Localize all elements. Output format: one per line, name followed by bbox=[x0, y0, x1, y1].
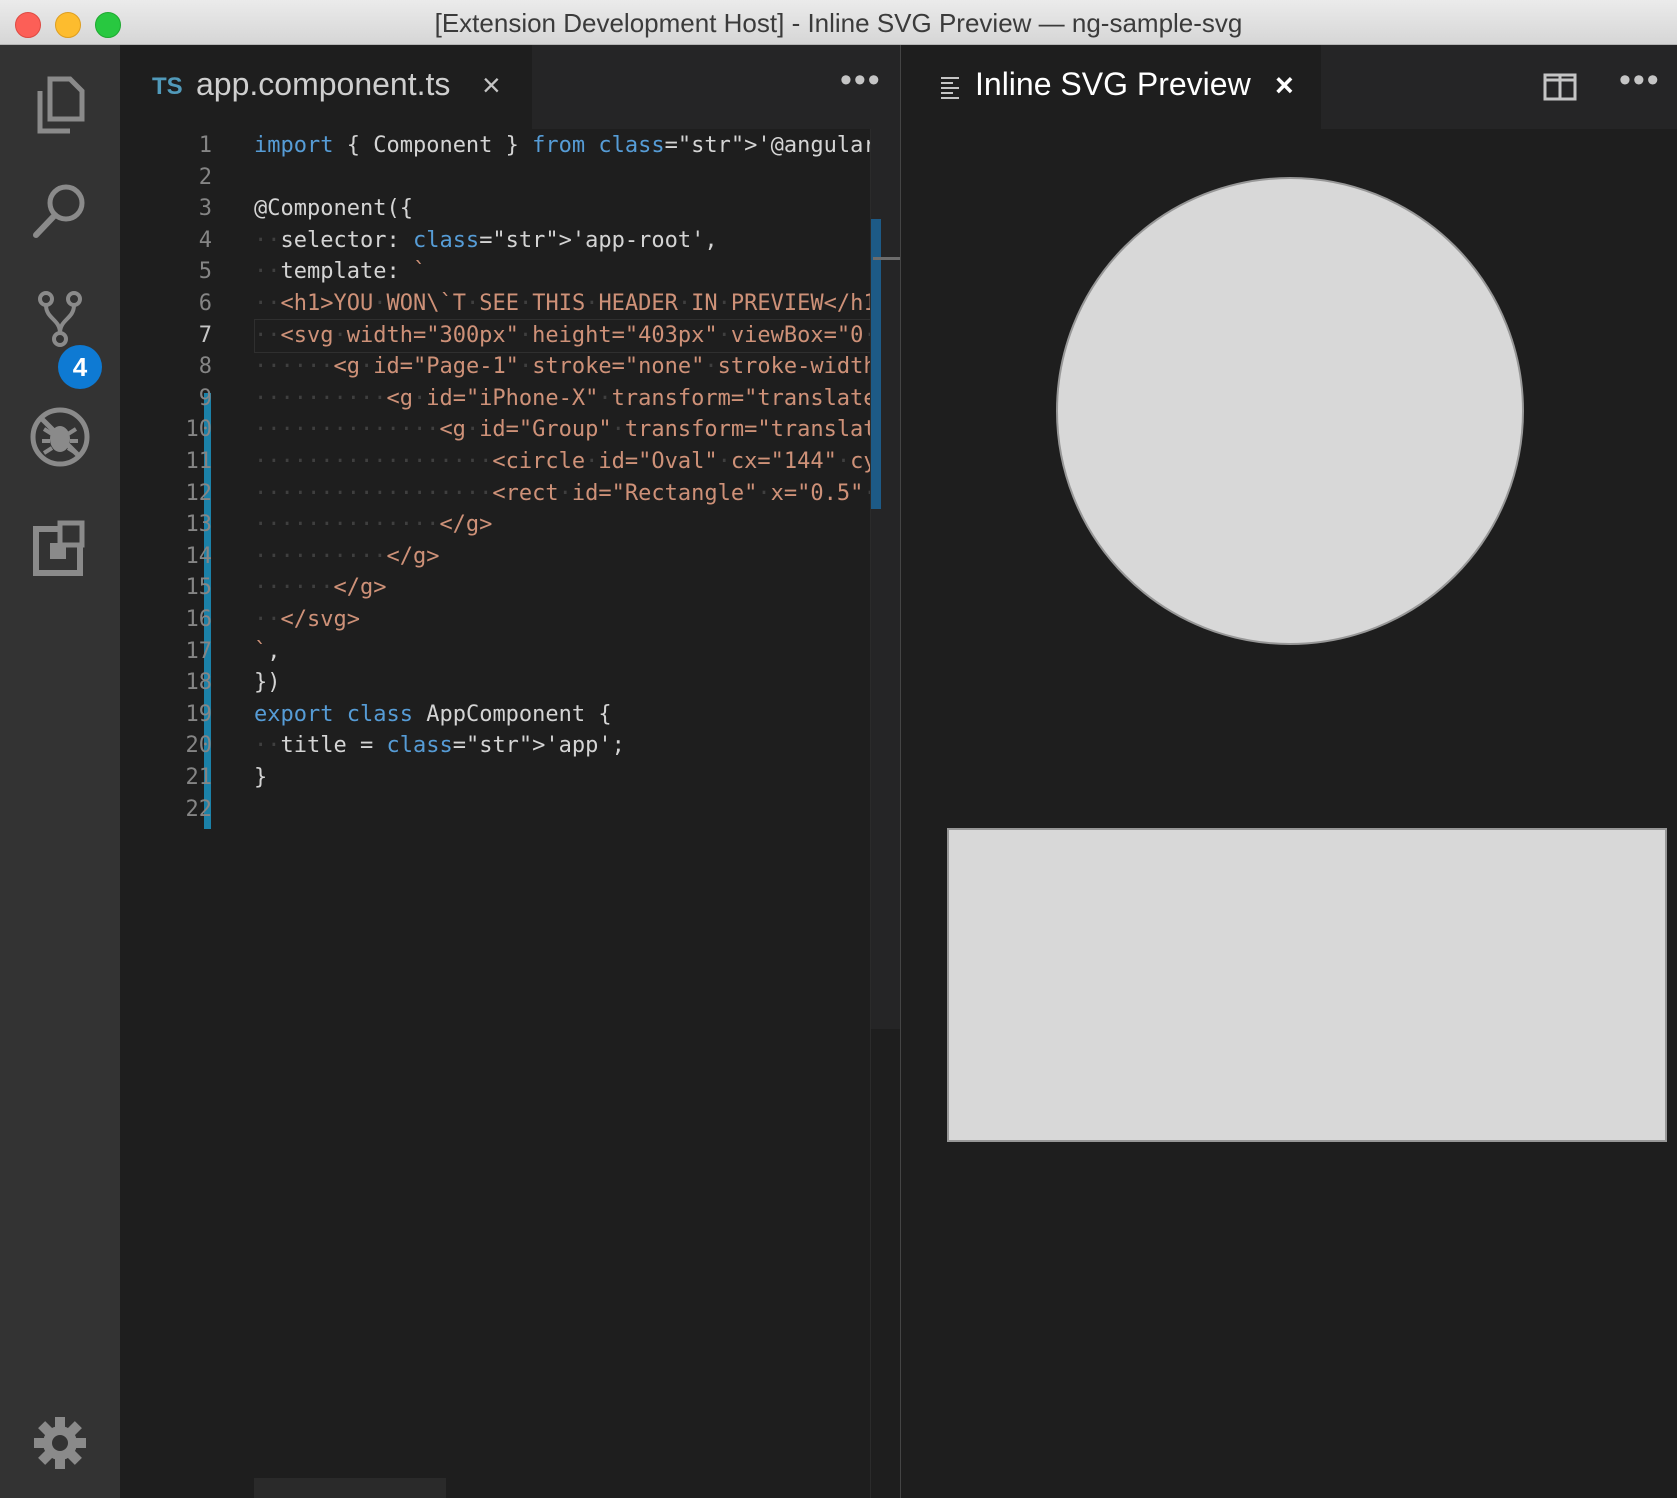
line-text: ··············</g> bbox=[254, 512, 493, 538]
svg-rectangle bbox=[947, 828, 1667, 1142]
line-number: 14 bbox=[185, 543, 213, 569]
line-text: @Component({ bbox=[254, 196, 413, 222]
code-line[interactable]: 10 ··············<g·id="Group"·transform=… bbox=[120, 413, 871, 447]
overview-ruler[interactable] bbox=[870, 129, 901, 1498]
code-line[interactable]: 13 ··············</g> bbox=[120, 508, 870, 542]
code-line[interactable]: 15 ······</g> bbox=[120, 571, 870, 605]
line-number: 7 bbox=[198, 322, 212, 348]
line-text: ··template: ` bbox=[254, 259, 427, 285]
vscode-window: [Extension Development Host] - Inline SV… bbox=[0, 0, 1677, 1498]
editor-tab-bar: TS app.component.ts × ••• bbox=[120, 45, 900, 129]
preview-tab-bar: Inline SVG Preview × ••• bbox=[901, 45, 1677, 129]
code-line[interactable]: 4 ··selector: class="str">'app-root', bbox=[120, 224, 870, 258]
code-line[interactable]: 17 `, bbox=[120, 635, 870, 669]
preview-group: Inline SVG Preview × ••• bbox=[900, 45, 1677, 1498]
explorer-icon[interactable] bbox=[22, 67, 98, 143]
tab-label: Inline SVG Preview bbox=[975, 66, 1251, 102]
line-text: ······</g> bbox=[254, 575, 387, 601]
line-text: ··</svg> bbox=[254, 607, 360, 632]
tab-inline-svg-preview[interactable]: Inline SVG Preview × bbox=[901, 45, 1321, 129]
search-icon[interactable] bbox=[22, 173, 98, 249]
line-number: 22 bbox=[185, 796, 213, 822]
line-text: ··<h1>YOU·WON\`T·SEE·THIS·HEADER·IN·PREV… bbox=[254, 291, 870, 316]
code-line[interactable]: 8 ······<g·id="Page-1"·stroke="none"·stro… bbox=[120, 350, 870, 384]
svg-oval bbox=[1056, 177, 1524, 645]
line-text: ··················<circle·id="Oval"·cx="… bbox=[254, 449, 870, 474]
split-editor-icon[interactable] bbox=[1543, 73, 1577, 101]
tab-label: app.component.ts bbox=[196, 66, 451, 102]
line-number: 4 bbox=[198, 227, 212, 253]
line-text: } bbox=[254, 765, 268, 790]
code-line[interactable]: 9 ··········<g·id="iPhone-X"·transform="t… bbox=[120, 382, 870, 416]
code-line[interactable]: 7 ··<svg·width="300px"·height="403px"·vie… bbox=[120, 318, 870, 353]
activity-bar: 4 bbox=[0, 45, 120, 1498]
line-number: 12 bbox=[185, 480, 213, 506]
line-number: 21 bbox=[185, 765, 213, 790]
horizontal-scrollbar[interactable] bbox=[254, 1478, 446, 1498]
line-number: 9 bbox=[198, 385, 212, 411]
line-number: 11 bbox=[185, 449, 213, 474]
line-number: 8 bbox=[198, 354, 212, 380]
tab-app-component-ts[interactable]: TS app.component.ts × bbox=[120, 45, 532, 129]
code-line[interactable]: 5 ··template: ` bbox=[120, 255, 870, 289]
code-line[interactable]: 20 ··title = class="str">'app'; bbox=[120, 729, 870, 763]
code-line[interactable]: 16 ··</svg> bbox=[120, 603, 870, 637]
line-text: import { Component } from class="str">'@… bbox=[254, 133, 870, 158]
line-text: ··················<rect·id="Rectangle"·x… bbox=[254, 480, 870, 506]
scrollbar-thumb[interactable] bbox=[871, 219, 881, 509]
line-number: 3 bbox=[198, 196, 212, 222]
line-number: 2 bbox=[198, 164, 212, 190]
line-number: 18 bbox=[185, 670, 213, 696]
code-line[interactable]: 12 ··················<rect·id="Rectangle"… bbox=[120, 477, 871, 511]
line-number: 19 bbox=[185, 701, 213, 727]
line-text: ··········<g·id="iPhone-X"·transform="tr… bbox=[254, 385, 870, 411]
line-number: 17 bbox=[185, 638, 213, 664]
debug-icon[interactable] bbox=[22, 399, 98, 475]
line-number: 10 bbox=[185, 417, 213, 443]
editor-group: TS app.component.ts × ••• 1 import { Comp… bbox=[120, 45, 901, 1498]
close-icon[interactable]: × bbox=[482, 67, 501, 104]
line-text: ··········</g> bbox=[254, 543, 440, 569]
code-line[interactable]: 6 ··<h1>YOU·WON\`T·SEE·THIS·HEADER·IN·PRE… bbox=[120, 287, 870, 321]
line-number: 20 bbox=[185, 733, 213, 759]
code-editor[interactable]: 1 import { Component } from class="str">'… bbox=[120, 129, 870, 1498]
svg-preview-canvas bbox=[901, 129, 1677, 1498]
preview-icon bbox=[941, 77, 959, 99]
line-text: ······<g·id="Page-1"·stroke="none"·strok… bbox=[254, 354, 870, 380]
extensions-icon[interactable] bbox=[22, 511, 98, 587]
line-text: export class AppComponent { bbox=[254, 701, 612, 727]
more-actions-icon[interactable]: ••• bbox=[1619, 61, 1661, 100]
window-title: [Extension Development Host] - Inline SV… bbox=[434, 8, 1243, 38]
title-bar: [Extension Development Host] - Inline SV… bbox=[0, 0, 1677, 45]
code-line[interactable]: 19 export class AppComponent { bbox=[120, 698, 870, 732]
gear-icon[interactable] bbox=[22, 1405, 98, 1481]
code-line[interactable]: 14 ··········</g> bbox=[120, 540, 870, 574]
code-line[interactable]: 3 @Component({ bbox=[120, 192, 870, 226]
line-text: ··············<g·id="Group"·transform="t… bbox=[254, 417, 870, 443]
code-line[interactable]: 22 bbox=[120, 793, 870, 827]
code-line[interactable]: 18}) bbox=[120, 666, 870, 700]
line-number: 6 bbox=[198, 291, 212, 316]
code-line[interactable]: 11 ··················<circle·id="Oval"·cx… bbox=[120, 445, 871, 479]
typescript-file-icon: TS bbox=[152, 73, 183, 100]
line-text: ··title = class="str">'app'; bbox=[254, 733, 625, 759]
code-line[interactable]: 1 import { Component } from class="str">'… bbox=[120, 129, 870, 163]
line-text: }) bbox=[254, 670, 281, 696]
more-actions-icon[interactable]: ••• bbox=[840, 61, 882, 100]
cursor-position-marker bbox=[873, 257, 901, 260]
line-text: ··selector: class="str">'app-root', bbox=[254, 227, 718, 253]
source-control-badge: 4 bbox=[58, 345, 102, 389]
close-icon[interactable]: × bbox=[1275, 67, 1294, 104]
line-text: `, bbox=[254, 638, 281, 664]
line-number: 5 bbox=[198, 259, 212, 285]
code-line[interactable]: 2 bbox=[120, 161, 870, 195]
line-number: 15 bbox=[185, 575, 213, 601]
line-number: 1 bbox=[198, 133, 212, 158]
line-number: 13 bbox=[185, 512, 213, 538]
line-number: 16 bbox=[185, 607, 213, 632]
line-text: ··<svg·width="300px"·height="403px"·view… bbox=[254, 322, 870, 348]
code-line[interactable]: 21} bbox=[120, 761, 870, 795]
